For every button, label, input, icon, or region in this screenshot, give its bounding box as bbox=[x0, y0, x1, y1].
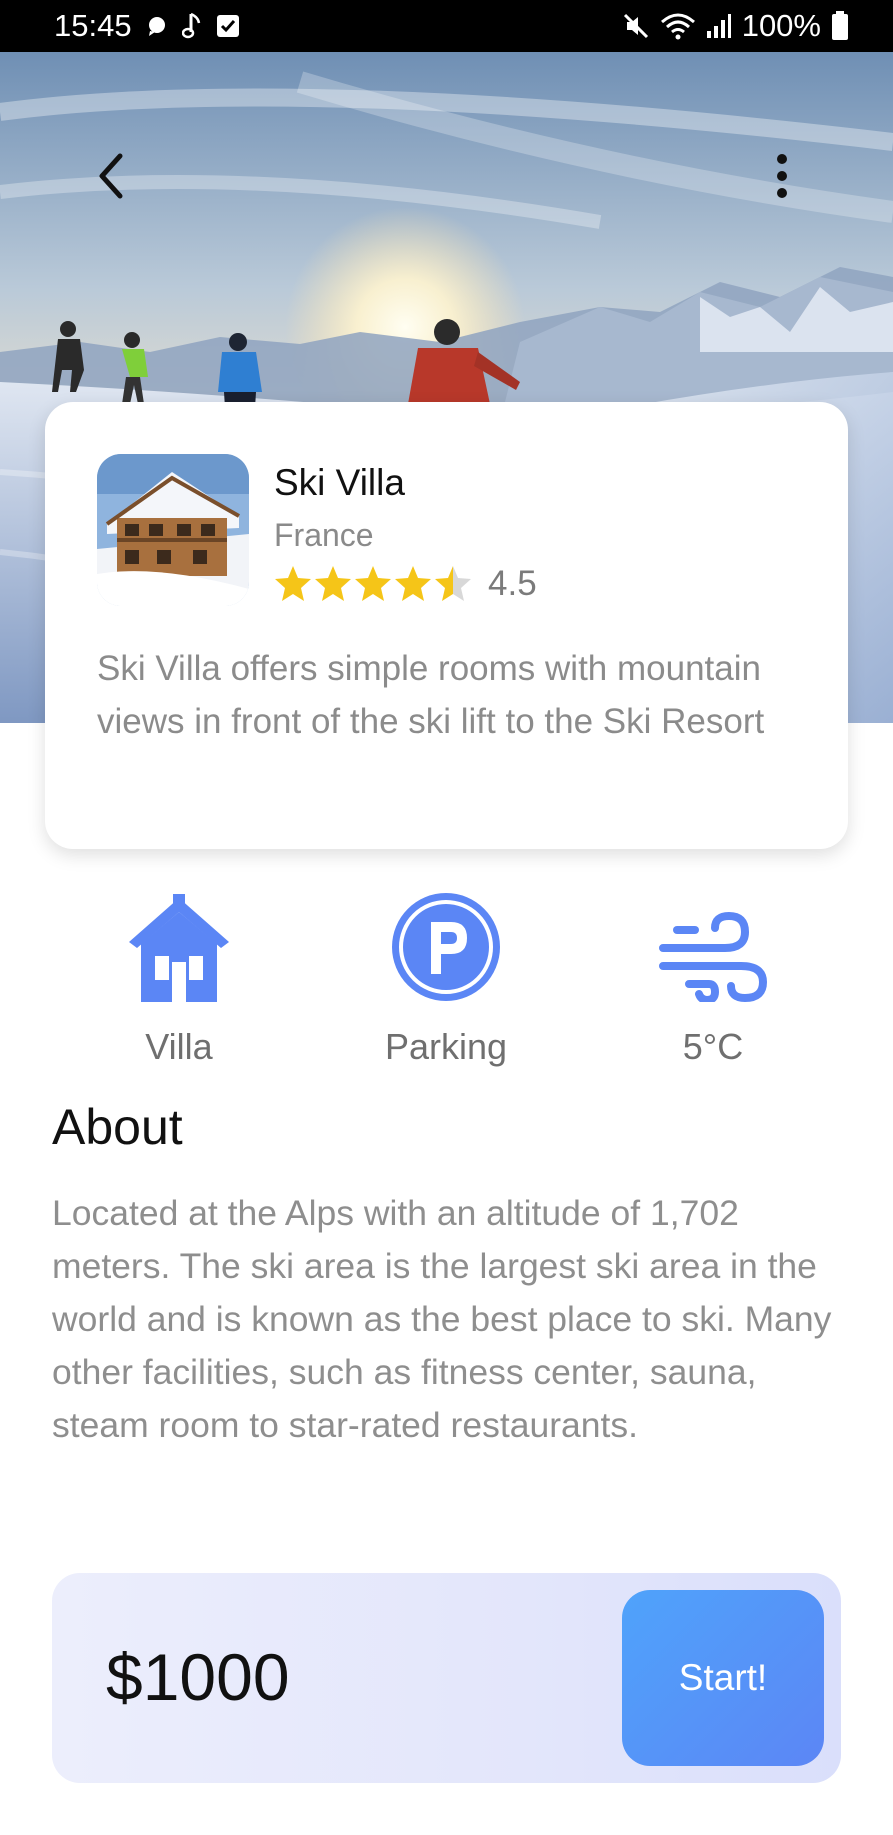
star-rating bbox=[274, 565, 472, 603]
star-icon bbox=[395, 566, 431, 601]
wind-icon bbox=[659, 911, 767, 1002]
status-right: 100% bbox=[622, 8, 849, 44]
star-icon bbox=[275, 566, 311, 601]
feature-label: Parking bbox=[384, 1026, 508, 1067]
checkbox-icon bbox=[216, 14, 240, 38]
wifi-icon bbox=[660, 12, 696, 40]
mute-icon bbox=[622, 12, 650, 40]
star-icon bbox=[355, 566, 391, 601]
more-options-button[interactable] bbox=[762, 148, 802, 204]
price: $1000 bbox=[106, 1640, 290, 1714]
feature-list: Villa Parking 5°C bbox=[0, 890, 893, 1070]
feature-villa: Villa bbox=[59, 890, 299, 1068]
feature-parking: Parking bbox=[326, 890, 566, 1068]
villa-country: France bbox=[274, 517, 374, 553]
about-text: Located at the Alps with an altitude of … bbox=[52, 1193, 832, 1445]
star-icon bbox=[315, 566, 351, 601]
booking-bar: $1000 Start! bbox=[52, 1573, 841, 1783]
feature-label: 5°C bbox=[682, 1026, 744, 1067]
villa-description: Ski Villa offers simple rooms with mount… bbox=[97, 649, 765, 741]
status-bar: 15:45 100% bbox=[0, 0, 893, 52]
music-note-icon bbox=[181, 12, 202, 40]
battery-icon bbox=[831, 11, 849, 41]
signal-icon bbox=[706, 13, 732, 39]
about-heading: About bbox=[52, 1099, 183, 1155]
back-button[interactable] bbox=[86, 148, 136, 204]
battery-percent: 100% bbox=[741, 8, 821, 43]
parking-icon bbox=[392, 893, 500, 1001]
status-left: 15:45 bbox=[54, 8, 240, 44]
chat-bubble-icon bbox=[146, 15, 168, 37]
star-icon bbox=[435, 566, 471, 601]
house-icon bbox=[129, 894, 229, 1002]
listing-card: Ski Villa France 4.5 Ski Villa offers si… bbox=[45, 402, 848, 849]
start-button[interactable]: Start! bbox=[622, 1590, 824, 1766]
status-time: 15:45 bbox=[54, 8, 132, 43]
chevron-left-icon bbox=[99, 153, 123, 199]
rating: 4.5 bbox=[274, 564, 537, 604]
more-vertical-icon bbox=[777, 154, 787, 198]
villa-name: Ski Villa bbox=[274, 462, 405, 503]
feature-label: Villa bbox=[145, 1026, 213, 1067]
feature-weather: 5°C bbox=[593, 890, 833, 1068]
rating-value: 4.5 bbox=[488, 564, 537, 603]
villa-thumbnail bbox=[97, 454, 249, 606]
